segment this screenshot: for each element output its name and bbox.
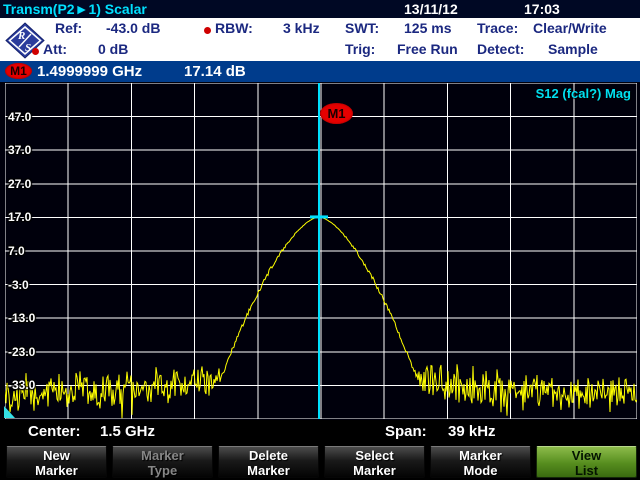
marker-readout-bar: M1 1.4999999 GHz 17.14 dB bbox=[0, 61, 640, 82]
y-axis-label: -33.0 bbox=[8, 378, 35, 392]
svg-text:S: S bbox=[25, 42, 31, 54]
y-axis-label: 37.0 bbox=[8, 143, 31, 157]
red-dot-icon bbox=[204, 27, 211, 34]
y-axis-label: -3.0 bbox=[8, 278, 29, 292]
y-axis-label: -13.0 bbox=[8, 311, 35, 325]
span-label: Span: bbox=[385, 423, 427, 440]
y-axis-label: 27.0 bbox=[8, 177, 31, 191]
rbw-label: RBW: bbox=[215, 20, 253, 36]
marker-badge: M1 bbox=[5, 63, 32, 79]
marker-frequency: 1.4999999 GHz bbox=[37, 63, 142, 80]
rbw-value[interactable]: 3 kHz bbox=[283, 20, 320, 36]
settings-header: R S Ref: -43.0 dB RBW: 3 kHz SWT: 125 ms… bbox=[0, 18, 640, 61]
measurement-title: Transm(P2►1) Scalar bbox=[3, 1, 147, 17]
trace-format-label: S12 (fcal?) Mag bbox=[536, 86, 631, 101]
trace-label: Trace: bbox=[477, 20, 518, 36]
detect-value[interactable]: Sample bbox=[548, 41, 598, 57]
marker-level: 17.14 dB bbox=[184, 63, 246, 80]
softkey-marker-mode[interactable]: MarkerMode bbox=[430, 446, 531, 478]
softkey-view-list[interactable]: ViewList bbox=[536, 446, 637, 478]
swt-value[interactable]: 125 ms bbox=[404, 20, 451, 36]
att-value[interactable]: 0 dB bbox=[98, 41, 128, 57]
trace-value[interactable]: Clear/Write bbox=[533, 20, 607, 36]
y-axis-label: -23.0 bbox=[8, 345, 35, 359]
softkey-delete-marker[interactable]: DeleteMarker bbox=[218, 446, 319, 478]
red-dot-icon bbox=[32, 48, 39, 55]
trace-plot bbox=[5, 83, 637, 419]
detect-label: Detect: bbox=[477, 41, 524, 57]
center-value[interactable]: 1.5 GHz bbox=[100, 423, 155, 440]
marker-badge[interactable]: M1 bbox=[320, 103, 353, 124]
marker-position-icon bbox=[310, 215, 328, 218]
center-label: Center: bbox=[28, 423, 81, 440]
rs-logo-icon: R S bbox=[5, 22, 45, 59]
y-axis-label: 17.0 bbox=[8, 210, 31, 224]
trig-label: Trig: bbox=[345, 41, 375, 57]
y-axis-label: 47.0 bbox=[8, 110, 31, 124]
softkey-new-marker[interactable]: NewMarker bbox=[6, 446, 107, 478]
trig-value[interactable]: Free Run bbox=[397, 41, 458, 57]
span-value[interactable]: 39 kHz bbox=[448, 423, 496, 440]
att-label: Att: bbox=[43, 41, 67, 57]
ref-label: Ref: bbox=[55, 20, 82, 36]
trace-display-area: S12 (fcal?) Mag M1 47.0 37.0 27.0 17.0 7.0 -3… bbox=[0, 82, 640, 420]
title-bar: Transm(P2►1) Scalar 13/11/12 17:03 bbox=[0, 0, 640, 18]
status-time: 17:03 bbox=[524, 1, 560, 17]
ref-value[interactable]: -43.0 dB bbox=[106, 20, 160, 36]
y-axis-label: 7.0 bbox=[8, 244, 25, 258]
status-date: 13/11/12 bbox=[404, 1, 458, 17]
softkey-bar: NewMarker MarkerType DeleteMarker Select… bbox=[0, 445, 640, 480]
frequency-bar: Center: 1.5 GHz Span: 39 kHz bbox=[0, 420, 640, 445]
softkey-marker-type[interactable]: MarkerType bbox=[112, 446, 213, 478]
swt-label: SWT: bbox=[345, 20, 379, 36]
svg-text:R: R bbox=[17, 30, 25, 42]
softkey-select-marker[interactable]: SelectMarker bbox=[324, 446, 425, 478]
